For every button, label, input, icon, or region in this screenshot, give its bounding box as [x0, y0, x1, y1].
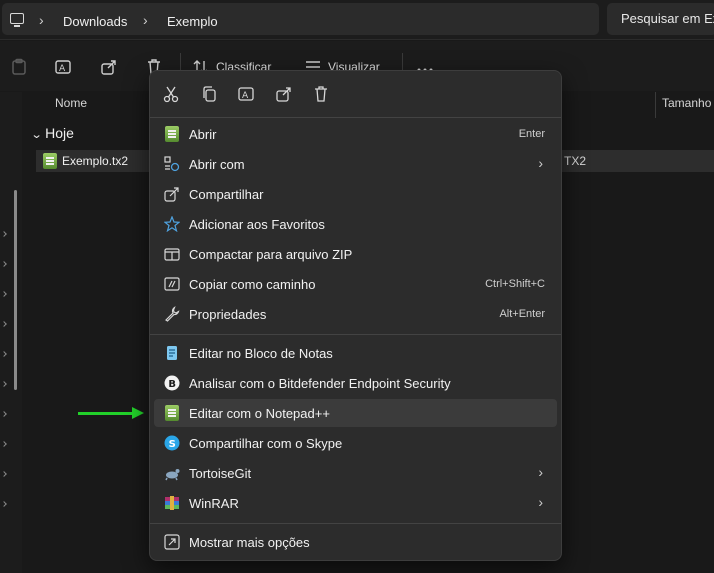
winrar-icon	[164, 495, 180, 511]
menu-item-label: Propriedades	[189, 307, 267, 322]
share-icon[interactable]	[100, 58, 118, 76]
annotation-arrow-head	[132, 407, 144, 419]
chevron-right-icon[interactable]	[1, 381, 7, 387]
menu-item-open[interactable]: Abrir Enter	[154, 120, 557, 148]
breadcrumb[interactable]: › Downloads › Exemplo	[2, 3, 599, 35]
menu-item-share-skype[interactable]: S Compartilhar com o Skype	[154, 429, 557, 457]
context-menu: A Abrir Enter Abrir com › Compartilhar A…	[149, 70, 562, 561]
share-icon[interactable]	[273, 83, 295, 105]
bitdefender-icon: B	[164, 375, 180, 391]
more-options-icon	[164, 534, 180, 550]
menu-item-label: Compactar para arquivo ZIP	[189, 247, 353, 262]
notepad-plus-icon	[164, 405, 180, 421]
menu-item-shortcut: Enter	[518, 128, 545, 140]
share-icon	[164, 186, 180, 202]
tortoisegit-icon	[164, 465, 180, 481]
menu-item-share[interactable]: Compartilhar	[154, 180, 557, 208]
menu-item-label: Analisar com o Bitdefender Endpoint Secu…	[189, 376, 451, 391]
menu-item-label: Compartilhar com o Skype	[189, 436, 343, 451]
skype-icon: S	[164, 435, 180, 451]
chevron-right-icon: ›	[538, 494, 543, 510]
annotation-arrow	[78, 412, 134, 415]
menu-item-bitdefender[interactable]: B Analisar com o Bitdefender Endpoint Se…	[154, 369, 557, 397]
chevron-right-icon[interactable]	[1, 351, 7, 357]
file-name[interactable]: Exemplo.tx2	[62, 154, 128, 168]
menu-item-edit-notepad[interactable]: Editar no Bloco de Notas	[154, 339, 557, 367]
rename-icon[interactable]: A	[235, 83, 257, 105]
svg-text:A: A	[242, 91, 249, 101]
navigation-pane	[0, 92, 22, 573]
menu-item-tortoisegit[interactable]: TortoiseGit ›	[154, 459, 557, 487]
column-divider[interactable]	[655, 92, 656, 118]
notepad-plus-icon	[43, 153, 57, 169]
menu-item-properties[interactable]: Propriedades Alt+Enter	[154, 300, 557, 328]
chevron-right-icon[interactable]	[1, 501, 7, 507]
menu-item-show-more-options[interactable]: Mostrar mais opções	[154, 528, 557, 556]
chevron-right-icon[interactable]	[1, 261, 7, 267]
menu-item-label: TortoiseGit	[189, 466, 252, 481]
search-input[interactable]: Pesquisar em Exemplo	[607, 3, 714, 35]
menu-divider	[150, 523, 561, 524]
menu-item-label: Editar com o Notepad++	[189, 406, 330, 421]
star-icon	[164, 216, 180, 232]
quick-actions-row: A	[150, 71, 563, 117]
svg-text:B: B	[168, 379, 176, 390]
chevron-right-icon: ›	[538, 155, 543, 171]
menu-item-label: Editar no Bloco de Notas	[189, 346, 333, 361]
breadcrumb-downloads[interactable]: Downloads	[63, 14, 127, 29]
menu-item-open-with[interactable]: Abrir com ›	[154, 150, 557, 178]
chevron-right-icon[interactable]: ›	[143, 12, 148, 28]
group-header-today[interactable]: ⌄ Hoje	[31, 125, 74, 141]
group-label: Hoje	[45, 125, 74, 141]
scrollbar[interactable]	[14, 190, 17, 390]
chevron-right-icon[interactable]	[1, 291, 7, 297]
menu-item-label: Copiar como caminho	[189, 277, 316, 292]
computer-icon[interactable]	[10, 13, 24, 27]
rename-icon[interactable]: A	[54, 58, 72, 76]
menu-divider	[150, 117, 561, 118]
copy-icon[interactable]	[198, 83, 220, 105]
menu-item-edit-notepad-plus[interactable]: Editar com o Notepad++	[154, 399, 557, 427]
chevron-right-icon: ›	[538, 464, 543, 480]
menu-item-compress-zip[interactable]: Compactar para arquivo ZIP	[154, 240, 557, 268]
svg-text:A: A	[59, 64, 66, 74]
menu-item-label: Mostrar mais opções	[189, 535, 310, 550]
menu-item-label: Compartilhar	[189, 187, 264, 202]
chevron-right-icon[interactable]	[1, 321, 7, 327]
paste-icon[interactable]	[10, 58, 28, 76]
chevron-right-icon[interactable]: ›	[39, 12, 44, 28]
zip-icon	[164, 246, 180, 262]
chevron-right-icon[interactable]	[1, 441, 7, 447]
notepad-icon	[164, 345, 180, 361]
delete-icon[interactable]	[310, 83, 332, 105]
column-header-size[interactable]: Tamanho	[662, 96, 711, 110]
chevron-right-icon[interactable]	[1, 231, 7, 237]
wrench-icon	[164, 306, 180, 322]
chevron-down-icon[interactable]: ⌄	[31, 128, 43, 141]
open-with-icon	[164, 156, 180, 172]
svg-text:S: S	[169, 439, 176, 450]
chevron-right-icon[interactable]	[1, 411, 7, 417]
menu-item-shortcut: Alt+Enter	[499, 308, 545, 320]
cut-icon[interactable]	[160, 83, 182, 105]
menu-item-label: Abrir com	[189, 157, 245, 172]
menu-divider	[150, 334, 561, 335]
address-bar: › Downloads › Exemplo Pesquisar em Exemp…	[0, 0, 714, 40]
file-type: TX2	[564, 154, 587, 168]
notepad-plus-icon	[164, 126, 180, 142]
menu-item-add-favorites[interactable]: Adicionar aos Favoritos	[154, 210, 557, 238]
column-header-name[interactable]: Nome	[55, 96, 87, 110]
menu-item-label: WinRAR	[189, 496, 239, 511]
menu-item-label: Abrir	[189, 127, 217, 142]
menu-item-shortcut: Ctrl+Shift+C	[485, 278, 545, 290]
copy-path-icon	[164, 276, 180, 292]
chevron-right-icon[interactable]	[1, 471, 7, 477]
menu-item-copy-path[interactable]: Copiar como caminho Ctrl+Shift+C	[154, 270, 557, 298]
menu-item-label: Adicionar aos Favoritos	[189, 217, 325, 232]
breadcrumb-exemplo[interactable]: Exemplo	[167, 14, 218, 29]
menu-item-winrar[interactable]: WinRAR ›	[154, 489, 557, 517]
